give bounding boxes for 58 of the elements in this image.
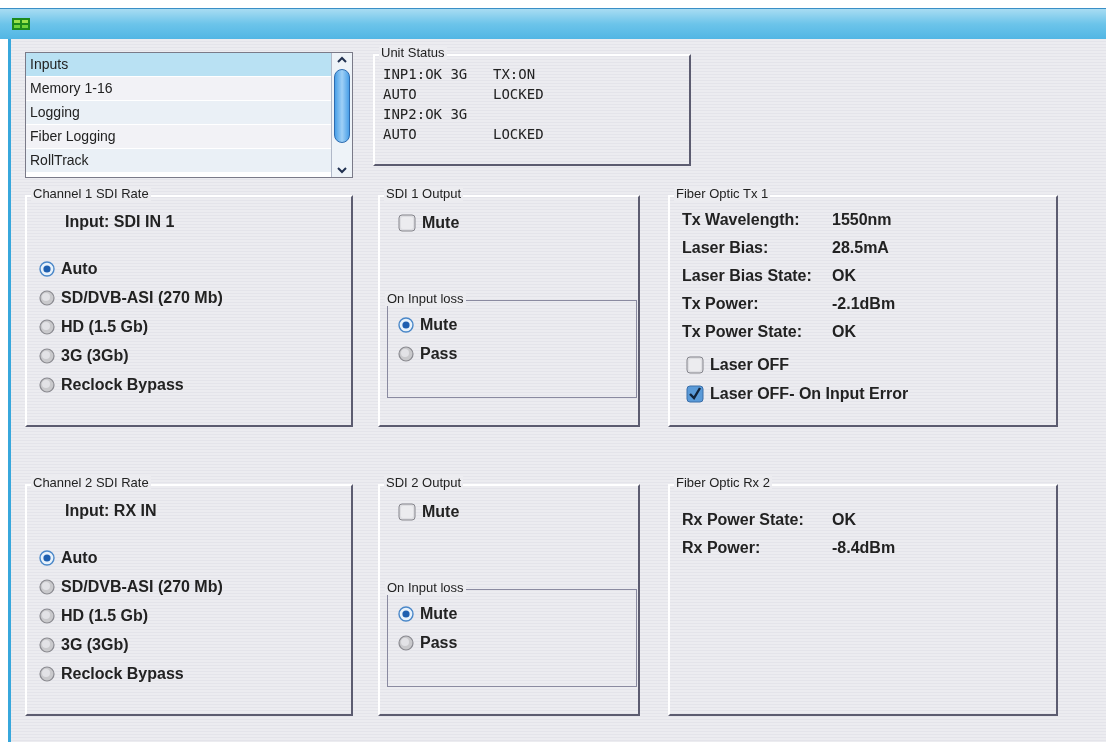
reading-label: Tx Power:: [682, 295, 760, 314]
radio-option[interactable]: Reclock Bypass: [39, 373, 184, 397]
list-item[interactable]: RollTrack: [26, 149, 331, 173]
reading-value: -2.1dBm: [832, 295, 897, 314]
status-text: AUTO: [383, 126, 418, 142]
radio-option[interactable]: SD/DVB-ASI (270 Mb): [39, 286, 223, 310]
radio-option[interactable]: Auto: [39, 257, 98, 281]
radio-option[interactable]: SD/DVB-ASI (270 Mb): [39, 575, 223, 599]
list-item[interactable]: Fiber Logging: [26, 125, 331, 149]
reading-value: 1550nm: [832, 211, 893, 230]
checkbox-option[interactable]: Laser OFF- On Input Error: [686, 382, 909, 406]
group-title: Fiber Optic Rx 2: [674, 475, 772, 490]
group-title: SDI 2 Output: [384, 475, 464, 490]
reading-label: Laser Bias:: [682, 239, 770, 258]
reading-label: Rx Power State:: [682, 511, 805, 530]
reading-value: OK: [832, 511, 857, 530]
group-title: On Input loss: [385, 580, 466, 595]
reading-label: Laser Bias State:: [682, 267, 813, 286]
scrollbar[interactable]: [331, 53, 352, 177]
app-icon: [12, 18, 30, 30]
group-title: On Input loss: [385, 291, 466, 306]
reading-label: Rx Power:: [682, 539, 762, 558]
group-title: Fiber Optic Tx 1: [674, 186, 771, 201]
radio-option[interactable]: HD (1.5 Gb): [39, 604, 149, 628]
reading-value: OK: [832, 267, 857, 286]
group-title: Channel 2 SDI Rate: [31, 475, 151, 490]
group-title: Unit Status: [379, 45, 447, 60]
list-item[interactable]: Memory 1-16: [26, 77, 331, 101]
radio-option[interactable]: Auto: [39, 546, 98, 570]
input-label: Input: RX IN: [65, 502, 158, 521]
checkbox-option[interactable]: Laser OFF: [686, 353, 790, 377]
input-label: Input: SDI IN 1: [65, 213, 176, 232]
reading-label: Tx Wavelength:: [682, 211, 801, 230]
checkbox-option[interactable]: Mute: [398, 211, 460, 235]
radio-option[interactable]: Mute: [398, 602, 458, 626]
radio-option[interactable]: HD (1.5 Gb): [39, 315, 149, 339]
radio-option[interactable]: Pass: [398, 342, 458, 366]
group-title: Channel 1 SDI Rate: [31, 186, 151, 201]
radio-option[interactable]: 3G (3Gb): [39, 344, 129, 368]
reading-value: 28.5mA: [832, 239, 890, 258]
reading-value: OK: [832, 323, 857, 342]
radio-option[interactable]: Pass: [398, 631, 458, 655]
list-item[interactable]: Logging: [26, 101, 331, 125]
group-title: SDI 1 Output: [384, 186, 464, 201]
status-text: AUTO: [383, 86, 418, 102]
radio-option[interactable]: 3G (3Gb): [39, 633, 129, 657]
menu-list[interactable]: Inputs Memory 1-16 Logging Fiber Logging RollTrack: [25, 52, 353, 178]
radio-option[interactable]: Reclock Bypass: [39, 662, 184, 686]
list-item[interactable]: Inputs: [26, 53, 331, 77]
status-text: LOCKED: [493, 126, 545, 142]
status-text: TX:ON: [493, 66, 537, 82]
checkbox-option[interactable]: Mute: [398, 500, 460, 524]
status-text: INP1:OK 3G: [383, 66, 469, 82]
radio-option[interactable]: Mute: [398, 313, 458, 337]
reading-value: -8.4dBm: [832, 539, 897, 558]
status-text: INP2:OK 3G: [383, 106, 469, 122]
status-text: LOCKED: [493, 86, 545, 102]
reading-label: Tx Power State:: [682, 323, 804, 342]
